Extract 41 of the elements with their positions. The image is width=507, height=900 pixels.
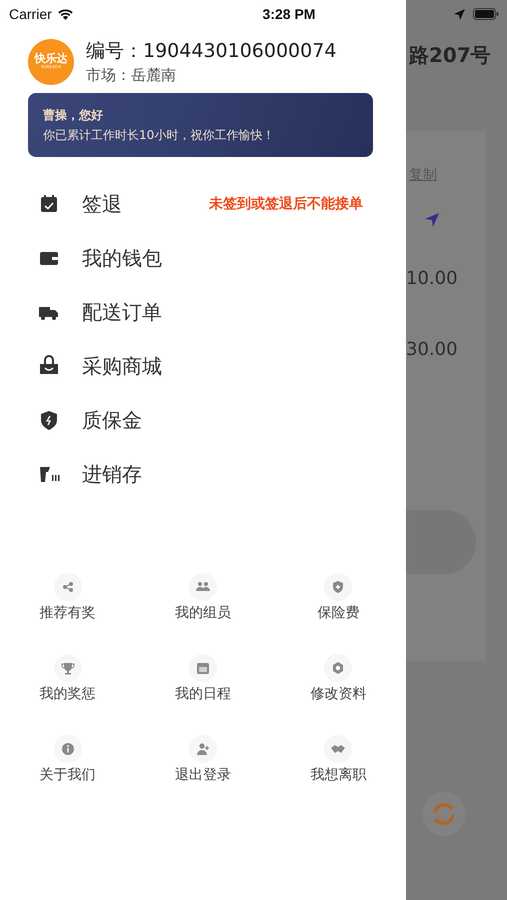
shortcut-item[interactable]: 保险费: [317, 573, 360, 622]
shortcut-item[interactable]: 我的组员: [174, 573, 231, 622]
amount-text: 10.00: [406, 268, 458, 289]
menu-item[interactable]: 采购商城: [0, 339, 406, 393]
wifi-icon: [56, 8, 74, 20]
calendar-icon: [196, 661, 210, 675]
shopping-bag-icon: [38, 355, 60, 377]
shortcut-item[interactable]: 修改资料: [310, 654, 366, 703]
shortcut-item[interactable]: 我想离职: [310, 735, 366, 784]
user-plus-icon: [196, 742, 210, 756]
menu-item[interactable]: 配送订单: [0, 285, 406, 339]
menu-item[interactable]: 进销存: [0, 447, 406, 501]
shield-icon: [38, 409, 60, 431]
group-icon: [196, 580, 210, 594]
menu-item[interactable]: 质保金: [0, 393, 406, 447]
address-text: 路207号: [409, 42, 492, 69]
carrier-label: Carrier: [9, 6, 52, 22]
refresh-icon: [431, 801, 457, 827]
work-hours-message: 你已累计工作时长10小时，祝你工作愉快！: [43, 126, 276, 144]
clock-time: 3:28 PM: [262, 6, 316, 22]
gear-icon: [331, 661, 346, 675]
warning-note: 未签到或签退后不能接单: [209, 195, 363, 213]
market-label: 市场：岳麓南: [86, 66, 177, 85]
shortcut-item[interactable]: 我的奖惩: [40, 654, 96, 703]
amount-text: 30.00: [406, 339, 458, 360]
shortcut-item[interactable]: 关于我们: [40, 735, 96, 784]
trophy-icon: [60, 661, 75, 675]
shortcut-item[interactable]: 退出登录: [174, 735, 231, 784]
navigation-arrow-icon[interactable]: [424, 212, 440, 228]
info-icon: [60, 742, 75, 756]
menu-item[interactable]: 我的钱包: [0, 231, 406, 285]
shortcut-item[interactable]: 我的日程: [174, 654, 231, 703]
share-icon: [60, 580, 75, 594]
shield-icon: [331, 580, 346, 594]
courier-number: 编号：1904430106000074: [86, 39, 336, 64]
battery-icon: [473, 8, 499, 20]
calendar-icon: [38, 193, 60, 215]
shortcut-item[interactable]: 推荐有奖: [40, 573, 96, 622]
greeting-text: 曹操，您好: [43, 106, 104, 124]
menu-item[interactable]: 签退 未签到或签退后不能接单: [0, 177, 406, 231]
location-arrow-icon: [454, 8, 465, 20]
